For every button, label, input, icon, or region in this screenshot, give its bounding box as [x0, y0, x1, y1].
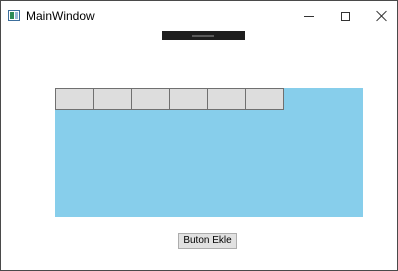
main-window: MainWindow Buton Ekle: [0, 0, 398, 271]
button-panel: [55, 88, 363, 217]
added-button[interactable]: [55, 88, 94, 110]
toolbar-handle-icon: [192, 35, 214, 37]
added-button[interactable]: [245, 88, 284, 110]
minimize-icon: [304, 15, 314, 17]
added-button[interactable]: [207, 88, 246, 110]
app-icon: [8, 10, 20, 21]
close-icon: [375, 10, 387, 22]
close-button[interactable]: [363, 1, 398, 31]
window-title: MainWindow: [26, 9, 95, 23]
add-button-button[interactable]: Buton Ekle: [178, 233, 237, 249]
title-bar[interactable]: MainWindow: [1, 1, 397, 31]
maximize-icon: [340, 11, 350, 21]
added-button[interactable]: [93, 88, 132, 110]
added-button[interactable]: [131, 88, 170, 110]
maximize-button[interactable]: [327, 1, 363, 31]
minimize-button[interactable]: [291, 1, 327, 31]
debug-toolbar[interactable]: [162, 31, 245, 40]
added-button[interactable]: [169, 88, 208, 110]
